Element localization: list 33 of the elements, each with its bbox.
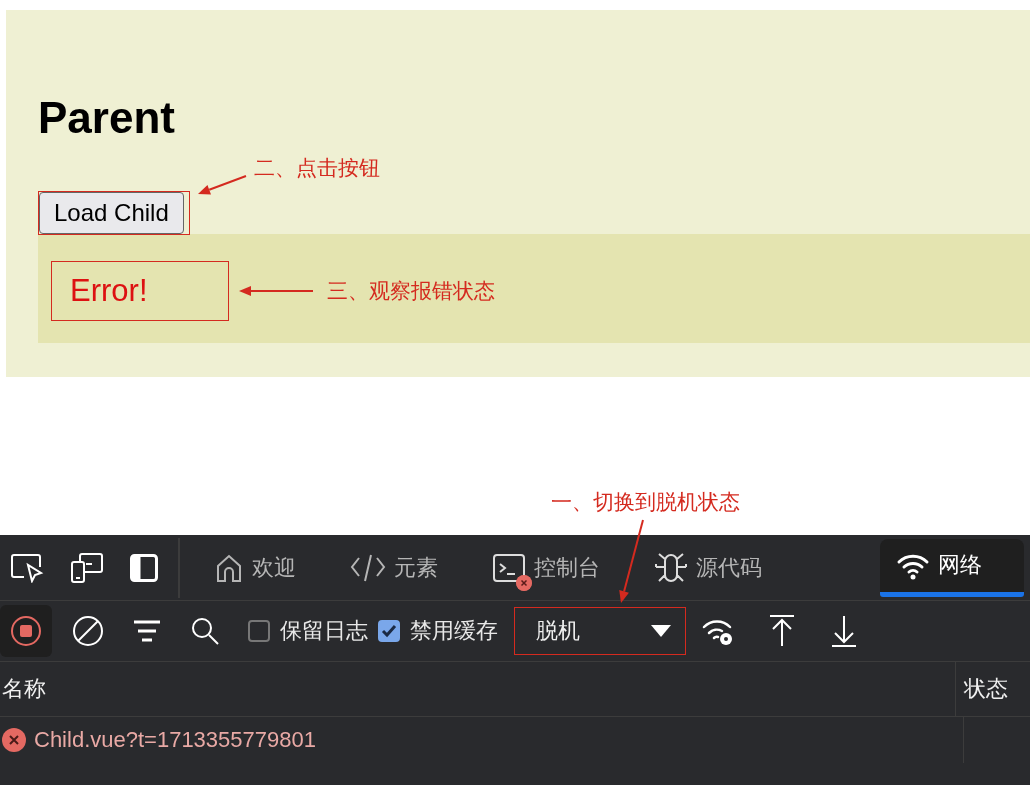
device-icon[interactable] xyxy=(70,551,104,584)
checkbox-option[interactable]: 保留日志 xyxy=(248,616,368,646)
inspect-icon[interactable] xyxy=(10,552,44,583)
annotation-text: 三、观察报错状态 xyxy=(326,278,495,305)
column-header[interactable]: 名称 xyxy=(0,662,956,716)
error-message: Error! xyxy=(70,272,148,310)
record-button[interactable] xyxy=(0,605,52,657)
annotation-text: 二、点击按钮 xyxy=(253,155,380,182)
dock-icon[interactable] xyxy=(130,553,158,582)
search-icon[interactable] xyxy=(190,616,220,646)
checkbox-option[interactable]: 禁用缓存 xyxy=(378,616,498,646)
bug-icon xyxy=(654,550,688,585)
tab[interactable]: 元素 xyxy=(336,538,452,597)
filter-icon[interactable] xyxy=(132,619,162,643)
page-heading: Parent xyxy=(38,96,176,140)
load-child-button[interactable]: Load Child xyxy=(39,192,184,234)
dropdown-caret-icon xyxy=(650,623,672,639)
column-header[interactable]: 状态 xyxy=(956,662,1030,716)
stop-recording-icon xyxy=(10,615,42,647)
checkbox[interactable] xyxy=(248,620,270,642)
terminal-icon xyxy=(492,552,526,583)
download-icon[interactable] xyxy=(830,614,858,648)
upload-icon[interactable] xyxy=(768,614,796,648)
tab[interactable]: 欢迎 xyxy=(200,538,310,597)
clear-icon[interactable] xyxy=(72,615,104,647)
tab[interactable]: 网络 xyxy=(880,538,1024,597)
checkbox[interactable] xyxy=(378,620,400,642)
home-icon xyxy=(214,552,244,583)
annotation-text: 一、切换到脱机状态 xyxy=(550,489,740,516)
tab[interactable]: 控制台 xyxy=(478,538,614,597)
throttling-dropdown[interactable]: 脱机 xyxy=(514,607,686,655)
tab[interactable]: 源代码 xyxy=(640,538,776,597)
request-name[interactable]: Child.vue?t=1713355779801 xyxy=(34,727,316,753)
